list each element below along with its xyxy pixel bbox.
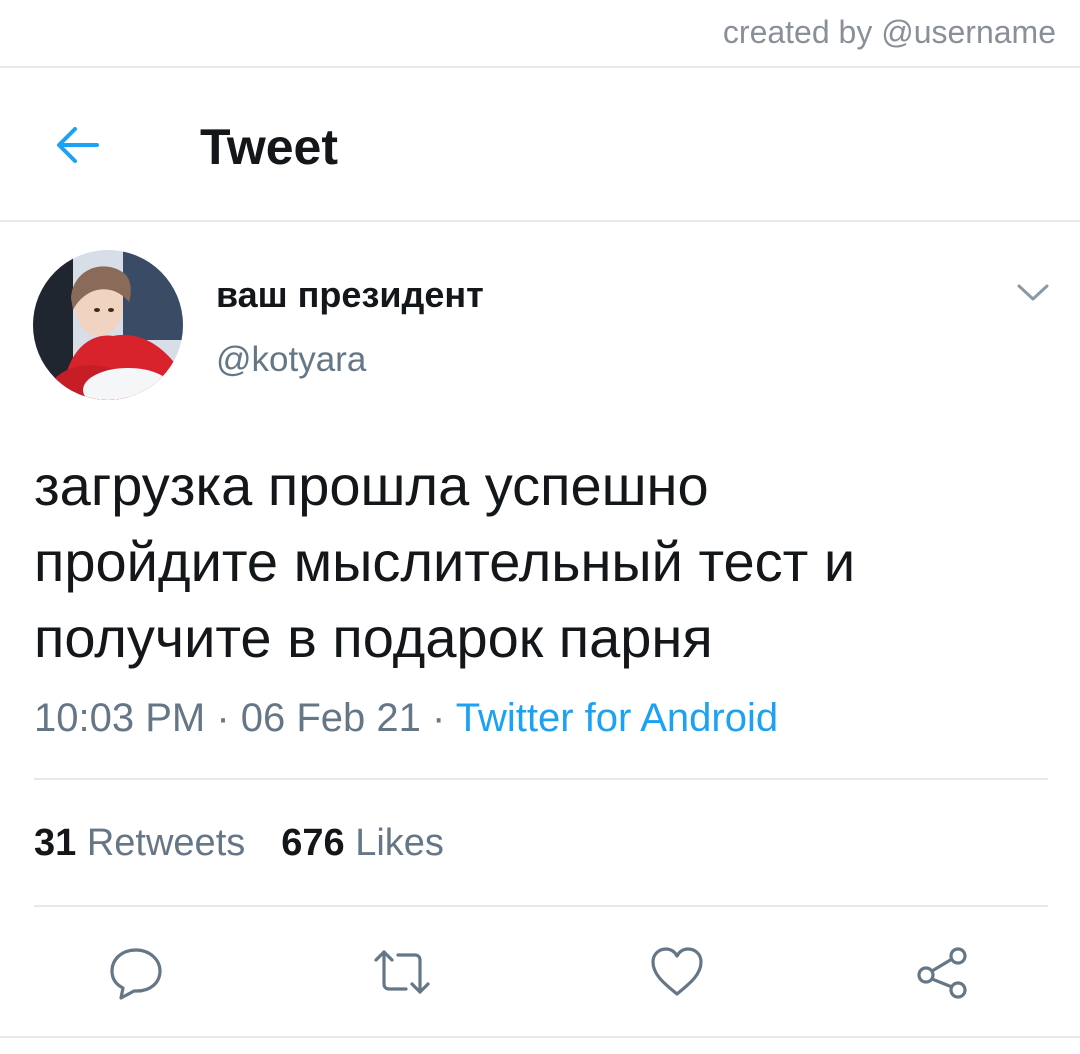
tweet-meta: 10:03 PM · 06 Feb 21 · Twitter for Andro… — [34, 696, 778, 741]
tweet-page: created by @username Tweet ваш президент… — [0, 0, 1080, 1054]
retweets-count: 31 — [34, 822, 77, 864]
share-icon — [917, 947, 967, 999]
retweet-button[interactable] — [370, 940, 434, 1004]
share-button[interactable] — [910, 940, 974, 1004]
divider — [34, 905, 1048, 907]
back-button[interactable] — [50, 118, 104, 172]
avatar-image — [33, 250, 183, 400]
tweet-date: 06 Feb 21 — [240, 696, 421, 740]
likes-label: Likes — [355, 822, 444, 864]
tweet-text: загрузка прошла успешно пройдите мыслите… — [34, 448, 1054, 676]
tweet-source-link[interactable]: Twitter for Android — [456, 696, 778, 740]
meta-separator: · — [420, 696, 456, 740]
header: Tweet — [0, 68, 1080, 220]
avatar[interactable] — [33, 250, 183, 400]
meta-separator: · — [205, 696, 241, 740]
author-display-name[interactable]: ваш президент — [216, 274, 484, 316]
likes-stat[interactable]: 676 Likes — [281, 822, 444, 864]
tweet-time: 10:03 PM — [34, 696, 206, 740]
like-button[interactable] — [645, 940, 709, 1004]
tweet-text-line: загрузка прошла успешно — [34, 454, 709, 517]
back-arrow-icon — [57, 127, 99, 163]
heart-icon — [651, 947, 703, 996]
author-handle[interactable]: @kotyara — [216, 340, 366, 380]
divider — [0, 1036, 1080, 1038]
divider — [0, 220, 1080, 222]
reply-icon — [110, 948, 162, 1000]
page-title: Tweet — [200, 119, 338, 175]
tweet-stats: 31 Retweets 676 Likes — [34, 822, 444, 865]
tweet-text-line: пройдите мыслительный тест и — [34, 530, 856, 593]
credit-watermark: created by @username — [722, 14, 1056, 50]
chevron-down-icon — [1017, 284, 1049, 301]
retweets-label: Retweets — [86, 822, 246, 864]
likes-count: 676 — [281, 822, 345, 864]
more-options-button[interactable] — [1012, 278, 1054, 308]
retweets-stat[interactable]: 31 Retweets — [34, 822, 245, 864]
retweet-icon — [374, 950, 430, 994]
divider — [34, 778, 1048, 780]
tweet-text-line: получите в подарок парня — [34, 606, 713, 669]
reply-button[interactable] — [104, 940, 168, 1004]
